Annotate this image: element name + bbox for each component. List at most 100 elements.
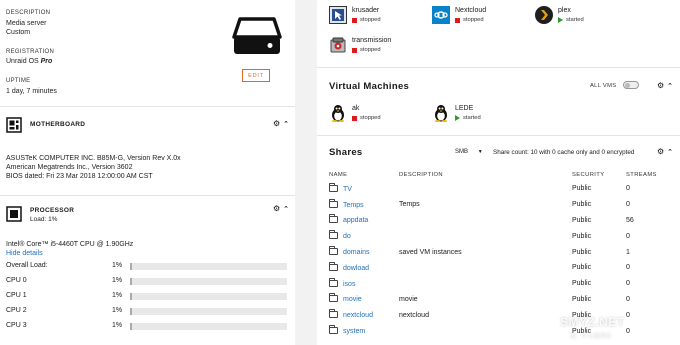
share-name[interactable]: dowload [329, 260, 399, 276]
share-name[interactable]: isos [329, 276, 399, 292]
folder-icon [329, 261, 338, 271]
share-description: nextcloud [399, 311, 429, 319]
vm-lede[interactable]: LEDE started [432, 104, 512, 126]
vms-title: Virtual Machines [329, 81, 410, 92]
app-status-text: started [566, 17, 584, 23]
vm-name: LEDE [455, 105, 474, 112]
description-label: DESCRIPTION [6, 10, 51, 16]
krusader-icon [329, 6, 347, 24]
docker-app-nextcloud[interactable]: Nextcloud stopped [432, 6, 522, 28]
chevron-up-icon[interactable]: ⌃ [667, 82, 673, 90]
share-description [399, 181, 572, 197]
cpu-bar-label: CPU 3 [6, 322, 27, 329]
share-name[interactable]: nextcloud [329, 307, 399, 323]
share-streams: 0 [626, 185, 630, 193]
vm-ak[interactable]: ak stopped [329, 104, 409, 126]
registration-value: Unraid OS Pro [6, 57, 52, 66]
linux-penguin-icon [332, 105, 344, 122]
watermark-sub: 值 · 什么值得买 [570, 334, 612, 340]
table-row: isos Public 0 [329, 276, 659, 292]
gear-icon[interactable]: ⚙ [657, 147, 664, 156]
share-name[interactable]: appdata [329, 213, 399, 229]
protocol-select[interactable]: SMB ▼ [455, 149, 483, 155]
docker-app-krusader[interactable]: krusader stopped [329, 6, 419, 28]
vm-status-text: stopped [360, 115, 381, 121]
share-streams: 0 [626, 264, 630, 272]
gear-icon[interactable]: ⚙ [273, 119, 280, 128]
cpu-bar-row: Overall Load: 1% [6, 262, 287, 272]
description-line2: Custom [6, 29, 31, 36]
share-streams: 0 [626, 327, 630, 335]
share-security: Public [572, 295, 592, 303]
motherboard-line2: American Megatrends Inc., Version 3602 [6, 164, 133, 171]
divider [0, 106, 295, 107]
app-name: plex [558, 7, 571, 14]
all-vms-toggle[interactable] [623, 81, 639, 89]
linux-penguin-icon [435, 105, 447, 122]
app-name: krusader [352, 7, 380, 14]
share-streams: 0 [626, 295, 630, 303]
share-streams: 0 [626, 201, 630, 209]
share-security: Public [572, 264, 592, 272]
gear-icon[interactable]: ⚙ [273, 204, 280, 213]
docker-app-plex[interactable]: plex started [535, 6, 625, 28]
uptime-value: 1 day, 7 minutes [6, 88, 57, 95]
share-security: Public [572, 216, 592, 224]
share-name-text: nextcloud [343, 312, 373, 320]
share-description [399, 276, 572, 292]
column-header-streams[interactable]: STREAMS [626, 168, 659, 181]
motherboard-line3: BIOS dated: Fri 23 Mar 2018 12:00:00 AM … [6, 173, 153, 180]
share-streams: 0 [626, 280, 630, 288]
edit-button[interactable]: EDIT [242, 69, 270, 82]
chevron-up-icon[interactable]: ⌃ [283, 120, 289, 128]
share-streams: 0 [626, 232, 630, 240]
share-description [399, 213, 572, 229]
caret-down-icon: ▼ [477, 149, 483, 155]
shares-tools: ⚙ ⌃ [657, 147, 673, 156]
processor-title: PROCESSOR [30, 207, 75, 214]
share-count: Share count: 10 with 0 cache only and 0 … [493, 149, 635, 156]
share-name[interactable]: movie [329, 292, 399, 308]
share-description [399, 260, 572, 276]
motherboard-tools: ⚙ ⌃ [273, 119, 289, 128]
app-status: stopped [352, 47, 381, 53]
share-name[interactable]: system [329, 323, 399, 339]
registration-label: REGISTRATION [6, 49, 55, 55]
column-header-description[interactable]: DESCRIPTION [399, 168, 572, 181]
vm-status-text: started [463, 115, 481, 121]
chevron-up-icon[interactable]: ⌃ [283, 205, 289, 213]
transmission-icon [330, 37, 346, 53]
vm-status: stopped [352, 115, 381, 121]
registration-tier: Pro [40, 58, 53, 65]
stopped-icon [352, 17, 357, 23]
cpu-bar-percent: 1% [112, 277, 123, 284]
hide-details-link[interactable]: Hide details [6, 249, 43, 258]
share-name-text: do [343, 233, 351, 241]
app-name: transmission [352, 37, 392, 44]
cpu-bar-label: Overall Load: [6, 262, 48, 269]
share-name[interactable]: domains [329, 244, 399, 260]
folder-icon [329, 198, 338, 208]
share-name-text: system [343, 328, 366, 336]
description-line1: Media server [6, 20, 47, 27]
app-status: stopped [455, 17, 484, 23]
share-name[interactable]: do [329, 228, 399, 244]
share-description: movie [399, 295, 418, 303]
column-header-security[interactable]: SECURITY [572, 168, 626, 181]
docker-app-transmission[interactable]: transmission stopped [329, 36, 429, 58]
share-security: Public [572, 280, 592, 288]
app-status: stopped [352, 17, 381, 23]
table-row: appdata Public 56 [329, 213, 659, 229]
share-name[interactable]: Temps [329, 197, 399, 213]
share-name-text: movie [343, 296, 362, 304]
gear-icon[interactable]: ⚙ [657, 81, 664, 90]
share-streams: 56 [626, 216, 634, 224]
share-name[interactable]: TV [329, 181, 399, 197]
processor-icon [6, 206, 22, 222]
cpu-bar-label: CPU 2 [6, 307, 27, 314]
share-description [399, 323, 572, 339]
app-status-text: stopped [360, 17, 381, 23]
chevron-up-icon[interactable]: ⌃ [667, 148, 673, 156]
started-icon [455, 115, 460, 121]
column-header-name[interactable]: NAME [329, 168, 399, 181]
